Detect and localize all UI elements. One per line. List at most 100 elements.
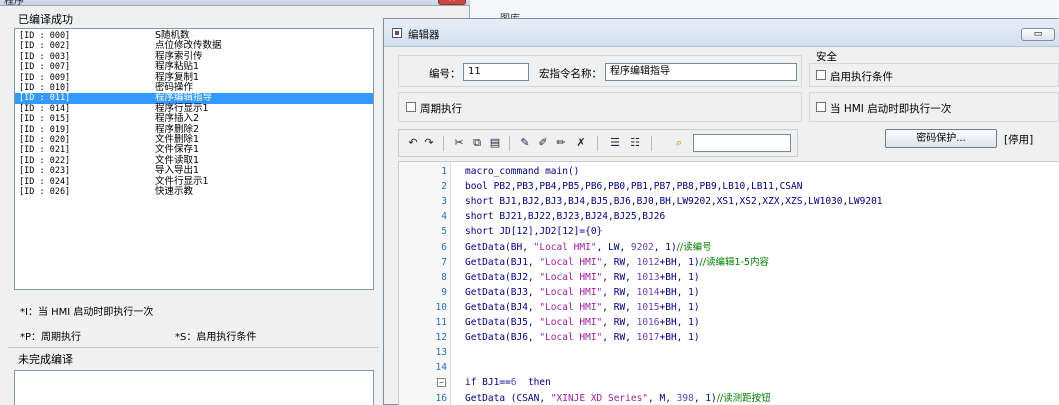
- macro-name-field[interactable]: 程序编辑指导: [605, 63, 797, 81]
- list-item[interactable]: [ID : 026] 快速示教: [15, 186, 373, 198]
- list-item[interactable]: [ID : 024] 文件行显示1: [15, 176, 373, 188]
- code-text: bool PB2,PB3,PB4,PB5,PB6,PB0,PB1,PB7,PB8…: [465, 179, 802, 194]
- periodic-label: 周期执行: [420, 103, 462, 115]
- macro-id: [ID : 014]: [19, 103, 71, 114]
- macro-id: [ID : 011]: [19, 93, 71, 104]
- code-token: 1013: [636, 271, 660, 283]
- code-text: GetData(BJ3, "Local HMI", RW, 1014+BH, 1…: [465, 285, 700, 300]
- macro-id: [ID : 024]: [19, 176, 71, 187]
- code-text: if BJ1==6 then: [465, 375, 551, 390]
- fold-toggle-icon[interactable]: −: [437, 378, 446, 388]
- disabled-status: [停用]: [1004, 134, 1034, 146]
- code-line[interactable]: 15−if BJ1==6 then: [399, 375, 1059, 390]
- find-icon[interactable]: ⌕: [671, 135, 687, 151]
- code-line[interactable]: 11 GetData(BJ5, "Local HMI", RW, 1016+BH,…: [399, 315, 1059, 330]
- id-field[interactable]: 11: [463, 63, 529, 81]
- code-token: GetData(BJ1,: [465, 256, 540, 268]
- undo-icon[interactable]: ↶: [405, 135, 421, 151]
- divider: [8, 347, 378, 348]
- cut-icon[interactable]: ✂: [451, 135, 467, 151]
- hmi-start-checkbox[interactable]: [816, 102, 826, 112]
- code-token: //读测距按钮: [716, 392, 771, 404]
- unfinished-group-label: 未完成编译: [18, 353, 73, 366]
- code-line[interactable]: 2 bool PB2,PB3,PB4,PB5,PB6,PB0,PB1,PB7,PB…: [399, 179, 1059, 194]
- compiled-macro-list[interactable]: [ID : 000] S随机数 [ID : 002] 点位修改传数据 [ID : 003…: [14, 28, 374, 290]
- security-label: 安全: [816, 51, 837, 63]
- code-token: 1017: [636, 332, 660, 344]
- code-token: macro_command main(): [465, 166, 580, 177]
- hmi-start-panel: 当 HMI 启动时即执行一次: [809, 92, 1059, 122]
- code-token: , M,: [648, 392, 677, 404]
- code-token: //读编辑1-5内容: [699, 256, 769, 268]
- code-text: GetData(BJ5, "Local HMI", RW, 1016+BH, 1…: [465, 315, 700, 330]
- insert-function-icon[interactable]: ✎: [517, 135, 533, 151]
- code-line[interactable]: 1 macro_command main(): [399, 164, 1059, 179]
- redo-icon[interactable]: ↷: [421, 135, 437, 151]
- copy-icon[interactable]: ⧉: [469, 135, 485, 151]
- code-token: short BJ21,BJ22,BJ23,BJ24,BJ25,BJ26: [465, 211, 666, 223]
- toolbar-separator: [651, 136, 652, 151]
- restore-button[interactable]: ▭: [1021, 28, 1055, 41]
- close-button[interactable]: ×: [438, 0, 466, 5]
- line-number: 3: [441, 196, 447, 208]
- code-line[interactable]: 12 GetData(BJ6, "Local HMI", RW, 1017+BH,…: [399, 330, 1059, 345]
- code-text: short JD[12],JD2[12]={0}: [465, 224, 602, 239]
- code-text: GetData (CSAN, "XINJE XD Series", M, 398…: [465, 391, 771, 405]
- password-protect-button[interactable]: 密码保护...: [885, 129, 997, 148]
- code-text: short BJ1,BJ2,BJ3,BJ4,BJ5,BJ6,BJ0,BH,LW9…: [465, 194, 883, 209]
- code-token: GetData (CSAN,: [465, 392, 551, 404]
- enable-condition-label: 启用执行条件: [830, 71, 893, 83]
- code-line[interactable]: 3 short BJ1,BJ2,BJ3,BJ4,BJ5,BJ6,BJ0,BH,LW…: [399, 194, 1059, 209]
- code-line[interactable]: 13: [399, 345, 1059, 360]
- code-token: then: [516, 377, 551, 389]
- periodic-checkbox[interactable]: [406, 102, 416, 112]
- code-token: short BJ1,BJ2,BJ3,BJ4,BJ5,BJ6,BJ0,BH,LW9…: [465, 196, 883, 208]
- line-number: 1: [441, 166, 447, 177]
- code-token: +BH, 1): [659, 301, 700, 313]
- line-number: 2: [441, 181, 447, 193]
- macro-name-label: 宏指令名称：: [539, 68, 602, 80]
- hmi-start-label: 当 HMI 启动时即执行一次: [830, 103, 952, 115]
- insert-statement-icon[interactable]: ✐: [535, 135, 551, 151]
- code-line[interactable]: 4 short BJ21,BJ22,BJ23,BJ24,BJ25,BJ26: [399, 209, 1059, 224]
- code-token: 398: [676, 392, 694, 404]
- line-number: 11: [435, 317, 447, 328]
- line-number: 14: [435, 362, 447, 374]
- indent-icon[interactable]: ☰: [607, 135, 623, 151]
- insert-comment-icon[interactable]: ✏: [553, 135, 569, 151]
- line-number: 12: [435, 332, 447, 344]
- code-text: short BJ21,BJ22,BJ23,BJ24,BJ25,BJ26: [465, 209, 665, 224]
- code-token: "Local HMI": [539, 332, 603, 344]
- find-input[interactable]: [693, 134, 791, 152]
- code-line[interactable]: 10 GetData(BJ4, "Local HMI", RW, 1015+BH,…: [399, 300, 1059, 315]
- code-token: , RW,: [602, 271, 637, 283]
- code-line[interactable]: 5 short JD[12],JD2[12]={0}: [399, 224, 1059, 239]
- outdent-icon[interactable]: ☷: [627, 135, 643, 151]
- enable-condition-checkbox[interactable]: [816, 70, 826, 80]
- code-text: GetData(BJ4, "Local HMI", RW, 1015+BH, 1…: [465, 300, 700, 315]
- code-token: , 1): [693, 392, 717, 404]
- paste-icon[interactable]: ▤: [487, 135, 503, 151]
- list-item[interactable]: [ID : 009] 程序复制1: [15, 72, 373, 84]
- code-text: GetData(BJ6, "Local HMI", RW, 1017+BH, 1…: [465, 330, 700, 345]
- code-text: GetData(BH, "Local HMI", LW, 9202, 1)//读…: [465, 240, 712, 255]
- legend-condition: *S：启用执行条件: [175, 332, 257, 343]
- unfinished-macro-list[interactable]: [14, 370, 374, 405]
- toolbar-separator: [509, 136, 510, 151]
- macro-properties-panel: 编号： 11 宏指令名称： 程序编辑指导: [398, 55, 802, 87]
- code-line[interactable]: 7 GetData(BJ1, "Local HMI", RW, 1012+BH, …: [399, 255, 1059, 270]
- delete-icon[interactable]: ✗: [573, 135, 589, 151]
- code-editor[interactable]: 1 macro_command main() 2 bool PB2,PB3,PB4,P…: [398, 161, 1059, 405]
- compiled-group-label: 已编译成功: [18, 13, 73, 26]
- code-line[interactable]: 8 GetData(BJ2, "Local HMI", RW, 1013+BH, …: [399, 270, 1059, 285]
- code-token: 1016: [636, 317, 660, 328]
- editor-title: 编辑器: [408, 29, 440, 41]
- code-line[interactable]: 14: [399, 360, 1059, 375]
- macro-id: [ID : 021]: [19, 145, 71, 156]
- code-line[interactable]: 16 GetData (CSAN, "XINJE XD Series", M, 3…: [399, 391, 1059, 405]
- macro-id: [ID : 010]: [19, 83, 71, 93]
- code-token: //读编号: [676, 241, 712, 253]
- code-token: +BH, 1): [659, 332, 700, 344]
- code-line[interactable]: 6 GetData(BH, "Local HMI", LW, 9202, 1)//…: [399, 240, 1059, 255]
- code-line[interactable]: 9 GetData(BJ3, "Local HMI", RW, 1014+BH, …: [399, 285, 1059, 300]
